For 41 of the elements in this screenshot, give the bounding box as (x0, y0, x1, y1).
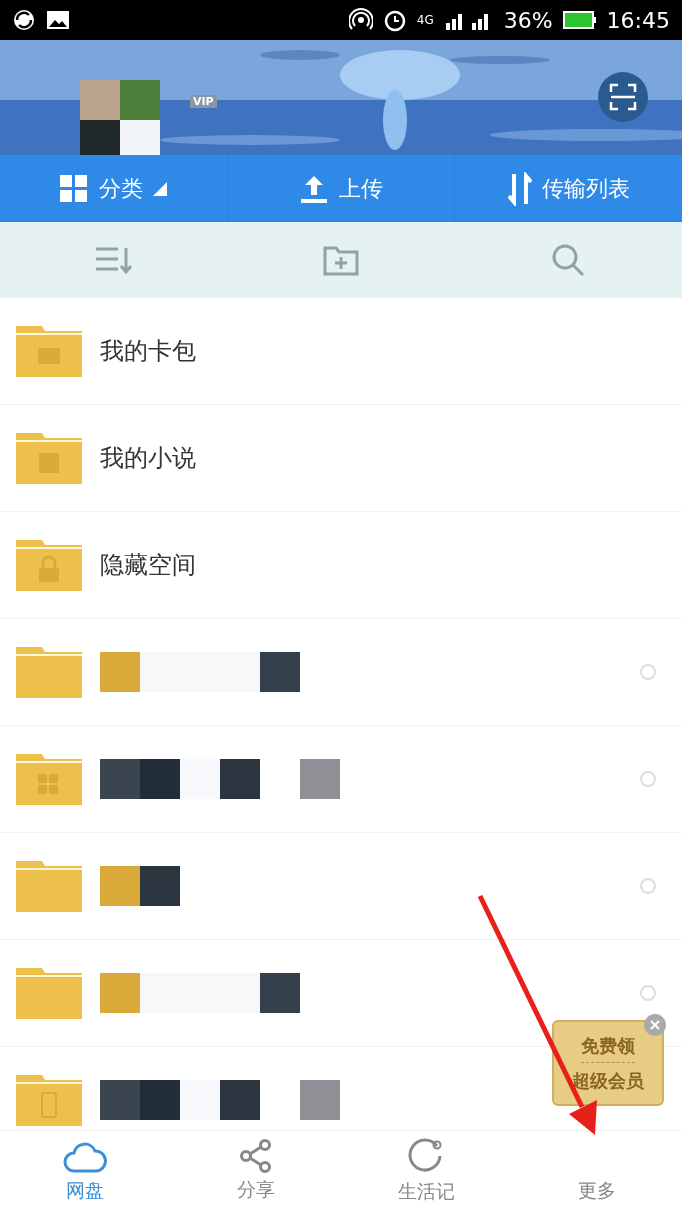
nav-tab[interactable]: 更多 (511, 1131, 682, 1210)
search-icon[interactable] (551, 243, 586, 277)
scan-icon (609, 83, 637, 111)
select-radio[interactable] (640, 985, 656, 1001)
folder-icon (16, 966, 82, 1020)
folder-name: 我的小说 (100, 443, 197, 474)
sort-icon[interactable] (93, 245, 134, 275)
hotspot-icon (348, 8, 373, 32)
folder-lock-icon (16, 538, 82, 592)
grid-icon (59, 173, 90, 204)
clock-time: 16:45 (606, 7, 670, 33)
promo-text: 免费领 (581, 1033, 635, 1063)
select-radio[interactable] (640, 664, 656, 680)
battery-icon (562, 11, 597, 29)
share-icon (238, 1138, 273, 1173)
promo-ticket[interactable]: 免费领 超级会员 (552, 1020, 664, 1106)
folder-wallet-icon (16, 324, 82, 378)
folder-grid-icon (16, 752, 82, 806)
folder-phone-icon (16, 1073, 82, 1127)
battery-percent: 36% (503, 7, 553, 33)
select-radio[interactable] (640, 878, 656, 894)
new-folder-icon[interactable] (323, 244, 359, 276)
folder-name: 我的卡包 (100, 336, 197, 367)
sync-icon (12, 8, 36, 32)
folder-name: 隐藏空间 (100, 550, 197, 581)
nav-tab[interactable]: 网盘 (0, 1131, 171, 1210)
folder-book-icon (16, 431, 82, 485)
nav-tab[interactable]: 生活记 (341, 1131, 512, 1210)
promo-text: 超级会员 (572, 1068, 644, 1093)
upload-icon (299, 173, 329, 204)
transfer-icon (507, 171, 532, 206)
alarm-icon (382, 8, 407, 32)
nav-tab[interactable]: 分享 (170, 1131, 341, 1210)
folder-icon (16, 645, 82, 699)
close-button[interactable] (644, 1014, 666, 1036)
folder-icon (16, 859, 82, 913)
select-radio[interactable] (640, 771, 656, 787)
vip-badge: VIP (190, 95, 217, 108)
network-label: 4G (416, 13, 434, 27)
image-icon (46, 9, 70, 31)
close-icon (650, 1020, 660, 1030)
